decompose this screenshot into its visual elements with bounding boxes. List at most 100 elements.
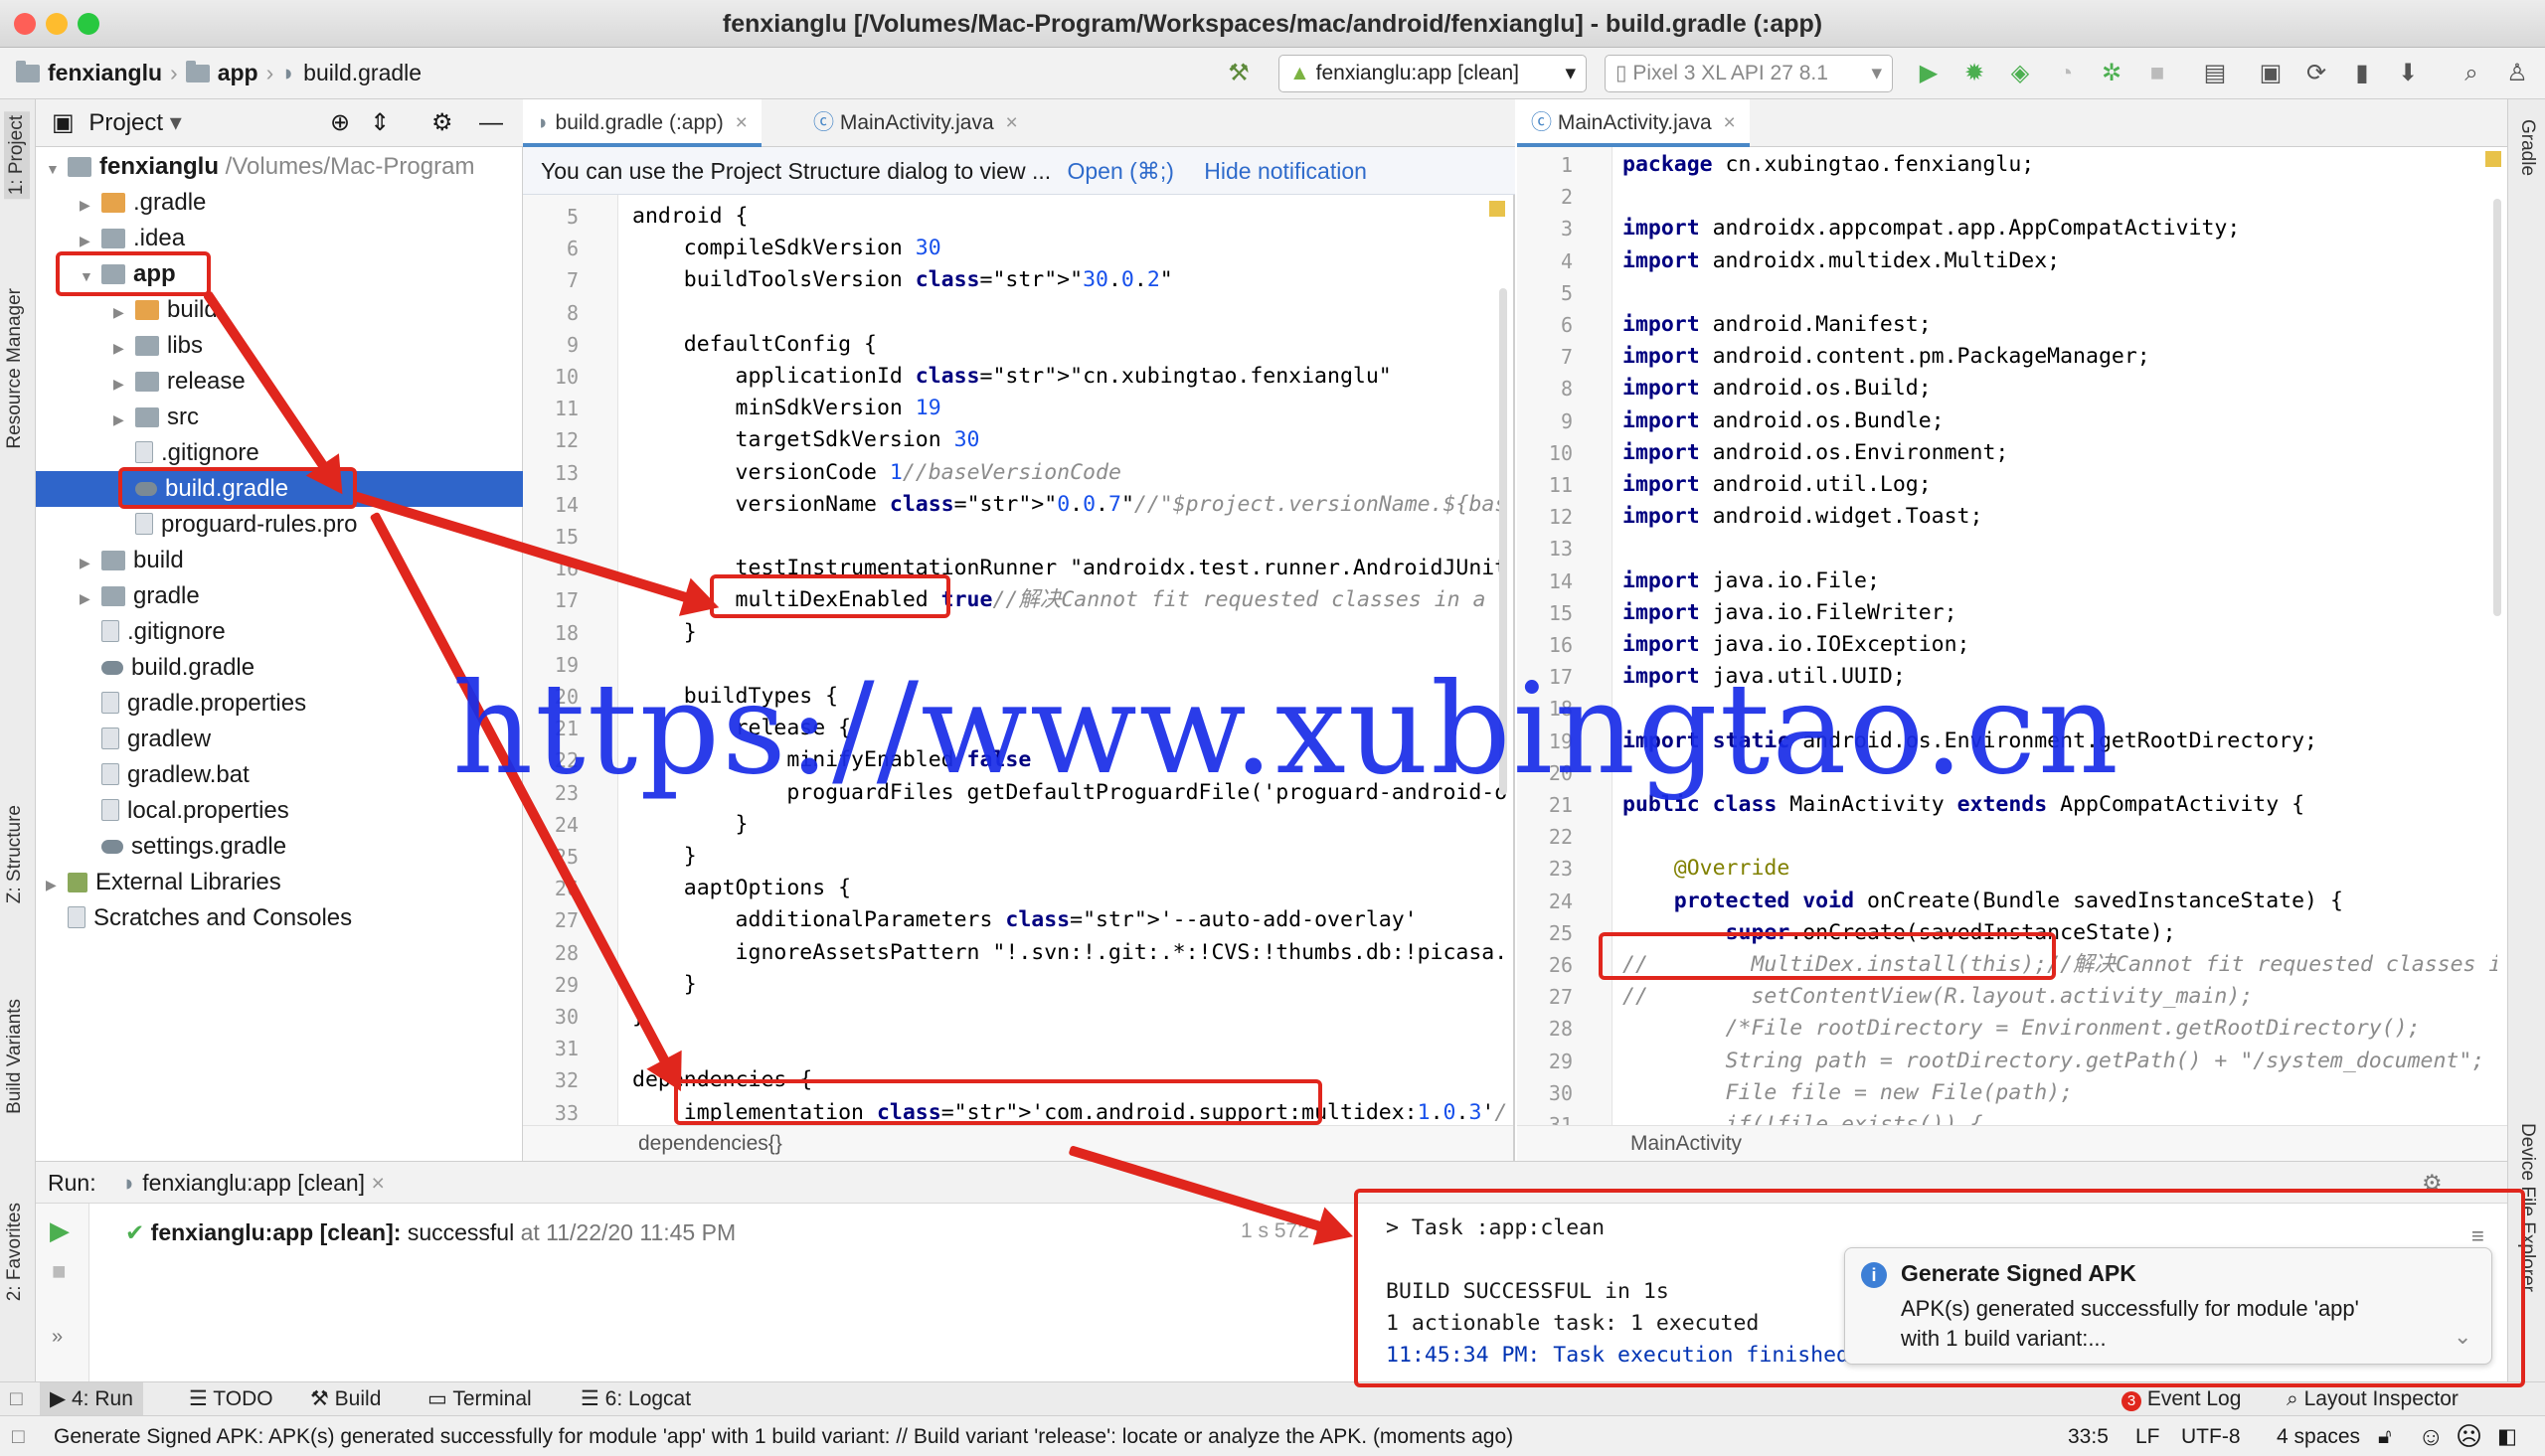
sdk-manager-icon[interactable]: ⬇ (2394, 60, 2422, 87)
open-project-structure-link[interactable]: Open (⌘;) (1068, 158, 1174, 184)
code-line[interactable]: import androidx.appcompat.app.AppCompatA… (1622, 213, 2240, 244)
code-line[interactable]: File file = new File(path); (1622, 1077, 2074, 1109)
code-line[interactable]: import androidx.multidex.MultiDex; (1622, 245, 2060, 277)
profile-icon[interactable]: ◔ (2052, 60, 2080, 87)
tool-tab-run[interactable]: ▶ 4: Run (40, 1382, 143, 1416)
code-line[interactable]: additionalParameters class="str">'--auto… (632, 904, 1418, 936)
tree-item[interactable]: .gitignore (36, 435, 523, 471)
tree-item[interactable]: ▶ build (36, 292, 523, 328)
tool-tab-build[interactable]: ⚒ Build (300, 1382, 391, 1416)
run-tab[interactable]: fenxianglu:app [clean] (142, 1170, 365, 1196)
tree-item[interactable]: ▼ fenxianglu /Volumes/Mac-Program (36, 149, 523, 185)
collapsed-arrow-icon[interactable]: ▶ (113, 294, 127, 328)
lock-icon[interactable]: 🔓︎ (2378, 1416, 2392, 1456)
code-line[interactable]: minSdkVersion 19 (632, 393, 941, 424)
coverage-icon[interactable]: ◈ (2006, 60, 2034, 87)
code-line[interactable]: } (632, 617, 697, 649)
tool-tab-gradle[interactable]: Gradle (2516, 119, 2538, 176)
collapsed-arrow-icon[interactable]: ▶ (80, 580, 93, 614)
collapsed-arrow-icon[interactable]: ▶ (113, 366, 127, 400)
close-icon[interactable]: × (371, 1170, 384, 1196)
code-line[interactable]: import android.widget.Toast; (1622, 501, 1982, 533)
tree-item[interactable]: ▶ .gradle (36, 185, 523, 221)
stop-icon[interactable]: ■ (52, 1258, 88, 1286)
stop-icon[interactable]: ■ (2143, 60, 2171, 87)
indent-setting[interactable]: 4 spaces (2277, 1416, 2360, 1456)
code-line[interactable]: android { (632, 201, 749, 233)
tool-tab-todo[interactable]: ☰ TODO (179, 1382, 283, 1416)
code-line[interactable]: import android.os.Build; (1622, 373, 1932, 404)
breadcrumb-project[interactable]: fenxianglu (48, 60, 162, 86)
sync-gradle-icon[interactable]: ⟳ (2302, 60, 2330, 87)
status-message[interactable]: Generate Signed APK: APK(s) generated su… (54, 1416, 1513, 1456)
warning-stripe[interactable] (1489, 201, 1505, 217)
code-line[interactable]: // setContentView(R.layout.activity_main… (1622, 981, 2253, 1013)
memory-indicator-icon[interactable]: ◧ (2497, 1416, 2517, 1456)
event-log-button[interactable]: 3 Event Log (2112, 1382, 2251, 1416)
code-line[interactable]: import java.io.File; (1622, 566, 1880, 597)
gear-icon[interactable]: ⚙ (431, 99, 453, 147)
collapsed-arrow-icon[interactable]: ▶ (113, 330, 127, 364)
expanded-arrow-icon[interactable]: ▼ (46, 151, 60, 185)
tree-item[interactable]: ▶ External Libraries (36, 865, 523, 900)
attach-debugger-icon[interactable]: ✲ (2098, 60, 2125, 87)
status-toggle-icon[interactable]: □ (12, 1416, 25, 1456)
search-icon[interactable]: ⌕ (2458, 60, 2485, 87)
run-icon[interactable]: ▶ (1915, 60, 1943, 87)
tree-item[interactable]: ▶ libs (36, 328, 523, 364)
code-line[interactable]: applicationId class="str">"cn.xubingtao.… (632, 361, 1392, 393)
tree-item[interactable]: .gitignore (36, 614, 523, 650)
tab-mainactivity-right[interactable]: ⓒ MainActivity.java × (1517, 99, 1750, 147)
structure-breadcrumb[interactable]: MainActivity (1517, 1125, 2507, 1161)
hide-panel-icon[interactable]: — (479, 99, 503, 147)
debug-icon[interactable]: ✹ (1960, 60, 1988, 87)
code-line[interactable]: } (632, 969, 697, 1001)
collapsed-arrow-icon[interactable]: ▶ (113, 402, 127, 435)
code-line[interactable]: compileSdkVersion 30 (632, 233, 941, 264)
code-line[interactable]: import java.io.FileWriter; (1622, 597, 1957, 629)
tool-tab-resource-manager[interactable]: Resource Manager (4, 288, 26, 449)
collapsed-arrow-icon[interactable]: ▶ (46, 867, 60, 900)
tree-item[interactable]: local.properties (36, 793, 523, 829)
project-view-selector[interactable]: Project (88, 109, 163, 136)
code-line[interactable]: import android.os.Environment; (1622, 437, 2008, 469)
breadcrumb-file[interactable]: build.gradle (303, 60, 422, 86)
close-icon[interactable]: × (1006, 111, 1018, 134)
code-line[interactable]: protected void onCreate(Bundle savedInst… (1622, 886, 2343, 917)
tree-item[interactable]: ▶ gradle (36, 578, 523, 614)
code-line[interactable]: buildToolsVersion class="str">"30.0.2" (632, 264, 1173, 296)
project-structure-icon[interactable]: ▤ (2201, 60, 2229, 87)
code-line[interactable]: package cn.xubingtao.fenxianglu; (1622, 149, 2034, 181)
scrollbar[interactable] (2493, 199, 2501, 616)
tree-item[interactable]: gradlew.bat (36, 757, 523, 793)
tree-item[interactable]: gradle.properties (36, 686, 523, 722)
file-encoding[interactable]: UTF-8 (2181, 1416, 2241, 1456)
zoom-window-button[interactable] (78, 13, 99, 35)
device-manager-icon[interactable]: ▮ (2348, 60, 2376, 87)
rerun-icon[interactable]: ▶ (50, 1215, 88, 1246)
sad-face-icon[interactable]: ☹ (2456, 1416, 2482, 1456)
avd-manager-icon[interactable]: ▣ (2257, 60, 2285, 87)
breadcrumb-module[interactable]: app (218, 60, 258, 86)
code-line[interactable]: versionCode 1//baseVersionCode (632, 457, 1121, 489)
tool-tab-favorites[interactable]: 2: Favorites (4, 1203, 26, 1301)
tree-item[interactable]: gradlew (36, 722, 523, 757)
run-config-dropdown[interactable]: ▲ fenxianglu:app [clean] ▾ (1278, 55, 1587, 92)
line-separator[interactable]: LF (2135, 1416, 2160, 1456)
caret-position[interactable]: 33:5 (2068, 1416, 2109, 1456)
code-line[interactable]: String path = rootDirectory.getPath() + … (1622, 1046, 2485, 1077)
code-line[interactable]: import android.os.Bundle; (1622, 405, 1945, 437)
code-line[interactable]: import android.content.pm.PackageManager… (1622, 341, 2150, 373)
code-line[interactable]: aaptOptions { (632, 873, 851, 904)
tool-tab-build-variants[interactable]: Build Variants (4, 999, 26, 1114)
make-project-icon[interactable]: ⚒ (1225, 60, 1253, 87)
code-line[interactable]: targetSdkVersion 30 (632, 424, 980, 456)
code-line[interactable]: versionName class="str">"0.0.7"//"$proje… (632, 489, 1507, 521)
run-tree-item[interactable]: ✔ fenxianglu:app [clean]: successful at … (125, 1219, 736, 1246)
tool-tab-logcat[interactable]: ☰ 6: Logcat (571, 1382, 701, 1416)
collapsed-arrow-icon[interactable]: ▶ (80, 545, 93, 578)
tool-tab-structure[interactable]: Z: Structure (4, 805, 26, 903)
tree-item[interactable]: settings.gradle (36, 829, 523, 865)
close-icon[interactable]: × (1724, 111, 1736, 134)
tool-tab-project[interactable]: 1: Project (4, 111, 30, 200)
